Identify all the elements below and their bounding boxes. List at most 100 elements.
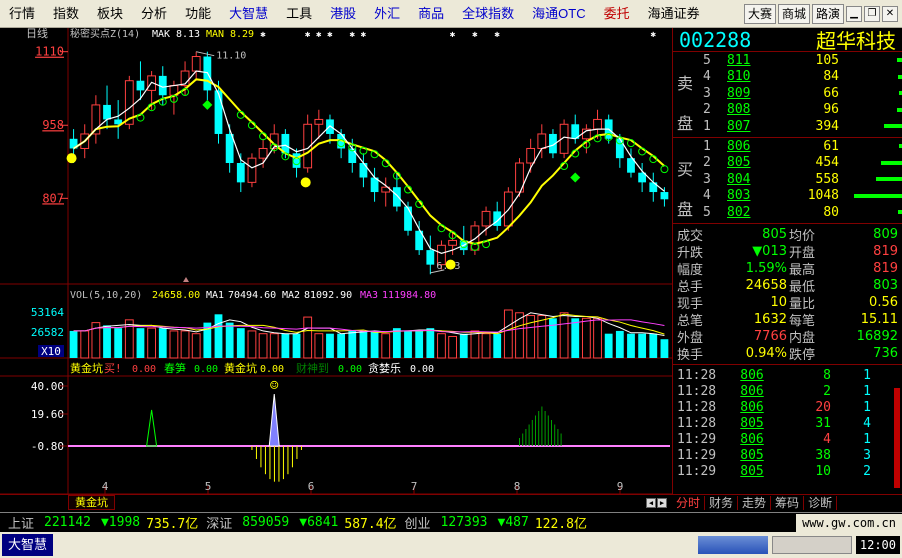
level-number: 5: [703, 204, 711, 220]
volume-bar: [448, 335, 458, 359]
menu-item[interactable]: 工具: [277, 0, 321, 28]
indicator-y-tick: 40.00: [31, 380, 64, 393]
tick-count: 3: [863, 447, 871, 463]
stock-name: 超华科技: [816, 29, 896, 53]
volume-bar: [854, 193, 902, 198]
y-tick-label: 1110: [35, 45, 64, 59]
level-volume: 394: [815, 118, 839, 134]
order-level[interactable]: 1 806 61: [673, 138, 902, 155]
menu-item[interactable]: 外汇: [365, 0, 409, 28]
tick-count: 2: [863, 463, 871, 479]
menu-item[interactable]: 分析: [132, 0, 176, 28]
indicator-chunsun-label: 春笋: [164, 361, 186, 375]
mall-button[interactable]: 商城: [777, 4, 810, 24]
tick-row: 11:28 806 8 1: [673, 367, 902, 383]
restore-icon[interactable]: ❐: [864, 6, 880, 22]
indicator-name: 秘密买点Z(14): [70, 28, 140, 40]
tab-huangjinkeng[interactable]: 黄金坑: [68, 495, 115, 510]
scroll-left-icon[interactable]: ◀: [646, 497, 656, 508]
volume-bar: [459, 333, 468, 358]
volume-bar: [147, 327, 157, 359]
y-tick-label: 958: [42, 118, 64, 132]
candle-body: [258, 147, 268, 159]
tab-trend[interactable]: 走势: [738, 495, 772, 510]
close-icon[interactable]: ✕: [882, 6, 898, 22]
stat-value: ▼013: [752, 244, 787, 259]
order-level[interactable]: 4 803 1048: [673, 188, 902, 205]
menu-item[interactable]: 海通证券: [639, 0, 709, 28]
volume-bar: [337, 333, 346, 358]
level-number: 2: [703, 155, 711, 171]
tab-intraday[interactable]: 分时: [672, 495, 706, 510]
stat-row: 换手 0.94% 跌停 736: [673, 345, 902, 363]
roadshow-button[interactable]: 路演: [811, 4, 844, 24]
volume-bar: [581, 317, 591, 359]
tick-price: 806: [740, 367, 764, 383]
order-level[interactable]: 1 807 394: [673, 118, 902, 135]
order-level[interactable]: 3 809 66: [673, 85, 902, 102]
tab-diagnosis[interactable]: 诊断: [804, 495, 838, 510]
menu-right: 大赛 商城 路演 ▁ ❐ ✕: [743, 0, 902, 28]
candle-body: [103, 104, 111, 120]
menu-item[interactable]: 商品: [409, 0, 453, 28]
star-marker-icon: ✱: [472, 30, 478, 40]
stat-row: 外盘 7766 内盘 16892: [673, 328, 902, 346]
volume-bar: [503, 309, 513, 359]
order-level[interactable]: 2 808 96: [673, 102, 902, 119]
level-price: 804: [727, 171, 751, 187]
tick-list[interactable]: 11:28 806 8 1 11:28 806 2 1 11:28 806 20 1…: [673, 365, 902, 479]
candle-body: [359, 163, 368, 178]
volume-bar: [269, 333, 279, 359]
menu-item[interactable]: 全球指数: [453, 0, 523, 28]
level-number: 4: [703, 69, 711, 85]
kline-chart-area[interactable]: 日线 秘密买点Z(14) MAK 8.13 MAN 8.29111095880711.10…: [0, 28, 672, 494]
website-link[interactable]: www.gw.com.cn: [796, 513, 902, 532]
ticker-name[interactable]: 创业: [405, 513, 431, 532]
tab-chips[interactable]: 筹码: [771, 495, 805, 510]
indicator-y-tick: 19.60: [31, 408, 64, 421]
ma2-value: 81092.90: [304, 290, 352, 301]
level-number: 3: [703, 171, 711, 187]
tick-price: 805: [740, 447, 764, 463]
candle-body: [526, 147, 536, 164]
order-level[interactable]: 2 805 454: [673, 155, 902, 172]
menu-item[interactable]: 大智慧: [220, 0, 277, 28]
star-marker-icon: ✱: [651, 30, 657, 40]
minimize-icon[interactable]: ▁: [846, 6, 862, 22]
ticker-name[interactable]: 上证: [8, 513, 34, 532]
order-level[interactable]: 5 802 80: [673, 204, 902, 221]
tick-time: 11:29: [677, 447, 717, 463]
menu-item[interactable]: 功能: [176, 0, 220, 28]
tick-volume: 38: [815, 447, 831, 463]
scroll-right-icon[interactable]: ▶: [657, 497, 667, 508]
stat-value: 803: [873, 278, 898, 293]
tab-finance[interactable]: 财务: [705, 495, 739, 510]
menu-item[interactable]: 海通OTC: [523, 0, 594, 28]
ticker-value: 859059: [242, 515, 290, 530]
menu-item[interactable]: 港股: [321, 0, 365, 28]
tick-scrollbar[interactable]: [894, 388, 900, 488]
menu-item[interactable]: 行情: [0, 0, 44, 28]
order-level[interactable]: 4 810 84: [673, 69, 902, 86]
ticker-name[interactable]: 深证: [206, 513, 232, 532]
order-level[interactable]: 5 811 105: [673, 52, 902, 69]
indicator-hjk-value: 0.00: [260, 364, 284, 375]
menu-item[interactable]: 板块: [88, 0, 132, 28]
volume-bar: [281, 333, 290, 358]
volume-bar: [627, 333, 635, 358]
menu-item[interactable]: 委托: [595, 0, 639, 28]
menu-item[interactable]: 指数: [44, 0, 88, 28]
star-marker-icon: ✱: [450, 30, 456, 40]
buy-dot: [300, 177, 311, 188]
smiley-icon: ☺: [270, 378, 279, 394]
contest-button[interactable]: 大赛: [743, 4, 776, 24]
order-level[interactable]: 3 804 558: [673, 171, 902, 188]
star-marker-icon: ✱: [316, 30, 322, 40]
ma1-value: 70494.60: [228, 290, 276, 301]
indicator-y-tick: -0.80: [31, 440, 64, 453]
tick-count: 1: [863, 383, 871, 399]
tick-time: 11:28: [677, 367, 717, 383]
candle-body: [426, 250, 435, 265]
x-tick-label: 8: [514, 480, 521, 493]
candle-body: [404, 206, 412, 231]
